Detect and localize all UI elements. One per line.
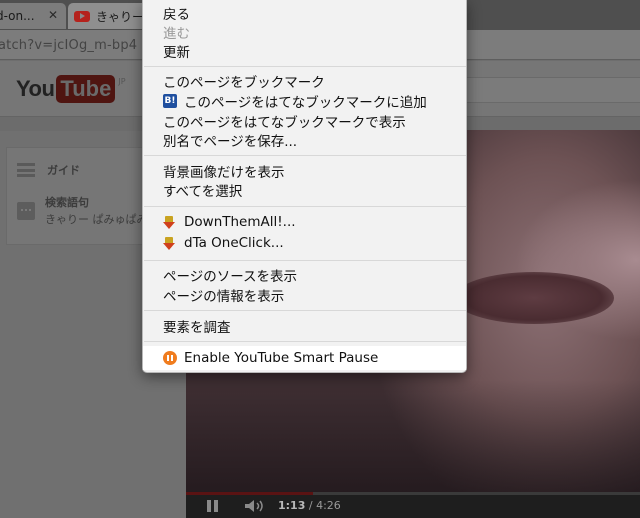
tab-addons[interactable]: d-on... ✕ [0,3,66,29]
downthemall-icon [163,215,177,229]
menu-label: 要素を調査 [163,320,231,336]
menu-label: ページのソースを表示 [163,269,298,285]
dta-oneclick-icon [163,236,177,250]
search-history-item[interactable]: 検索語句 きゃりー ぱみゅぱみ [17,194,148,227]
menu-item-view-background[interactable]: 背景画像だけを表示 [143,161,466,181]
menu-separator [144,310,466,311]
menu-separator [144,341,466,342]
menu-item-bookmark-page[interactable]: このページをブックマーク [143,71,466,91]
search-input[interactable] [466,77,640,103]
youtube-favicon-icon [74,10,90,22]
history-title: 検索語句 [45,196,89,209]
menu-label: Enable YouTube Smart Pause [184,350,379,366]
menu-item-smart-pause[interactable]: Enable YouTube Smart Pause [143,346,466,370]
menu-item-reload[interactable]: 更新 [143,41,466,61]
menu-separator [144,260,466,261]
menu-label: このページをはてなブックマークで表示 [163,115,406,131]
current-time: 1:13 [278,499,306,512]
logo-tube: Tube [56,75,116,103]
tab-youtube[interactable]: きゃりー [68,3,148,29]
menu-item-dta-oneclick[interactable]: dTa OneClick... [143,233,466,253]
video-shadow [186,380,640,492]
hamburger-icon [17,163,35,177]
menu-label: 進む [163,26,190,42]
history-query: きゃりー ぱみゅぱみ [45,213,148,226]
progress-bar[interactable] [186,492,640,495]
menu-label: このページをはてなブックマークに追加 [184,95,427,111]
volume-icon[interactable] [245,500,267,512]
menu-item-save-as[interactable]: 別名でページを保存... [143,130,466,150]
time-display: 1:13 / 4:26 [278,499,341,512]
menu-item-downthemall[interactable]: DownThemAll!... [143,212,466,232]
guide-button[interactable]: ガイド [17,162,80,178]
youtube-logo[interactable]: You Tube JP [16,75,126,103]
tab-label: d-on... [0,9,35,23]
menu-label: dTa OneClick... [184,235,284,251]
context-menu: 戻る 進む 更新 このページをブックマーク B! このページをはてなブックマーク… [142,0,467,373]
menu-label: 戻る [163,7,190,23]
guide-label: ガイド [47,164,80,177]
menu-label: 更新 [163,45,190,61]
tab-label: きゃりー [96,9,145,24]
search-history-icon [17,201,35,220]
menu-item-hatena-add[interactable]: B! このページをはてなブックマークに追加 [143,91,466,111]
menu-item-view-source[interactable]: ページのソースを表示 [143,265,466,285]
time-separator: / [305,499,317,512]
pause-icon[interactable] [207,500,219,512]
url-text[interactable]: atch?v=jcIOg_m-bp4 [0,38,137,53]
menu-label: ページの情報を表示 [163,289,285,305]
logo-you: You [16,76,55,101]
menu-item-back[interactable]: 戻る [143,3,466,23]
menu-label: すべてを選択 [163,184,243,200]
menu-separator [144,206,466,207]
menu-label: 別名でページを保存... [163,134,298,150]
menu-label: DownThemAll!... [184,214,296,230]
video-lips [454,272,614,324]
menu-item-page-info[interactable]: ページの情報を表示 [143,285,466,305]
menu-item-select-all[interactable]: すべてを選択 [143,180,466,200]
menu-separator [144,155,466,156]
menu-item-hatena-view[interactable]: このページをはてなブックマークで表示 [143,111,466,131]
menu-item-inspect-element[interactable]: 要素を調査 [143,316,466,336]
smart-pause-icon [163,351,177,365]
hatena-bookmark-icon: B! [163,94,177,108]
menu-separator [144,66,466,67]
menu-label: このページをブックマーク [163,75,325,91]
close-tab-icon[interactable]: ✕ [48,8,58,22]
duration: 4:26 [316,499,341,512]
player-controls: 1:13 / 4:26 [186,492,640,518]
logo-region: JP [118,77,126,86]
progress-fill [186,492,314,495]
menu-item-forward: 進む [143,22,466,42]
menu-label: 背景画像だけを表示 [163,165,285,181]
